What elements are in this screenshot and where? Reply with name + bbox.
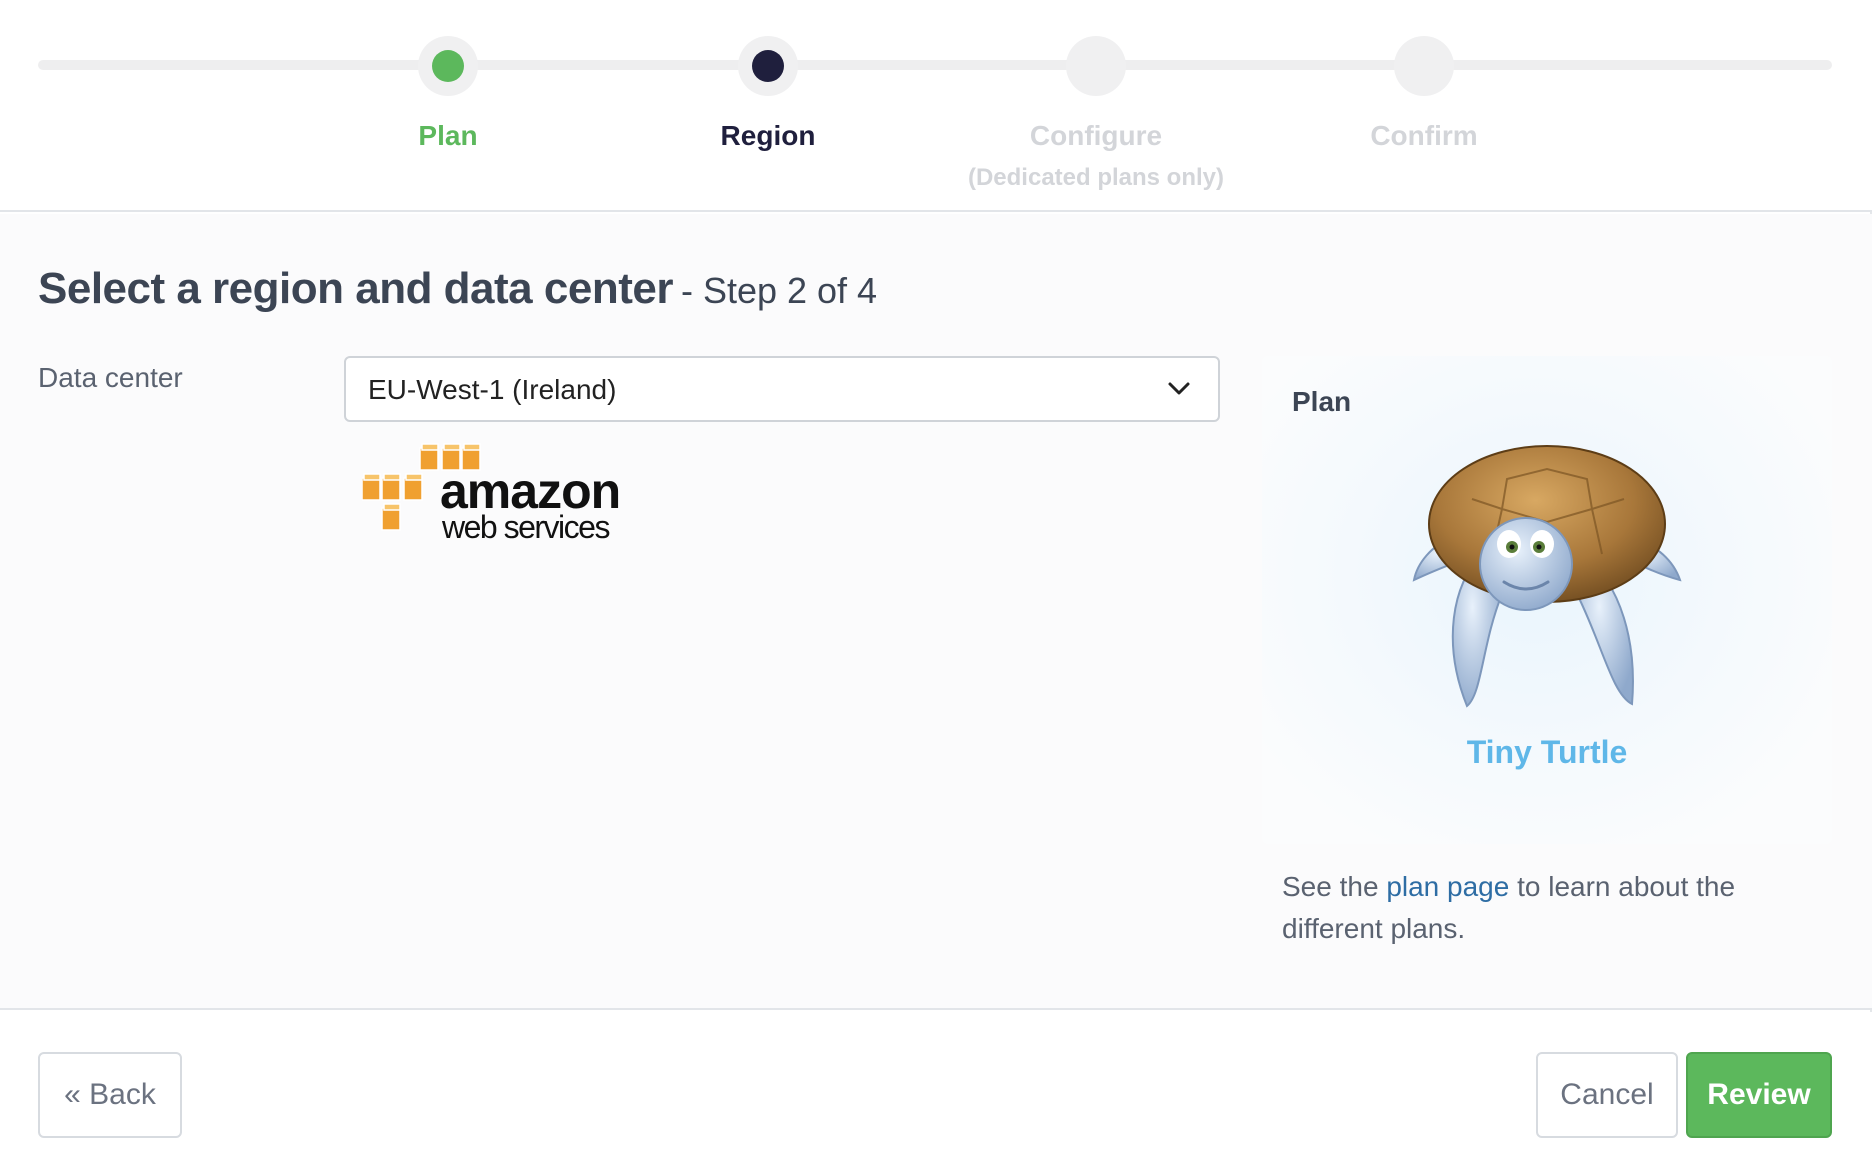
step-label: Plan	[418, 120, 478, 151]
turtle-icon	[1412, 445, 1682, 708]
plan-note-prefix: See the	[1282, 871, 1387, 902]
cancel-button[interactable]: Cancel	[1536, 1052, 1678, 1138]
step-label: Region	[720, 120, 816, 151]
chevron-down-icon	[1168, 382, 1190, 395]
step-sublabel: (Dedicated plans only)	[967, 164, 1225, 191]
wizard-footer: « Back Cancel Review	[0, 1012, 1872, 1152]
plan-name: Tiny Turtle	[1466, 734, 1628, 770]
wizard-frame: Plan Region Configure (Dedicated plans o…	[0, 0, 1872, 1152]
plan-note: See the plan page to learn about the dif…	[1282, 866, 1802, 950]
aws-logo-subtitle: web services	[441, 509, 609, 545]
data-center-select[interactable]: EU-West-1 (Ireland)	[344, 356, 1220, 422]
progress-stepper: Plan Region Configure (Dedicated plans o…	[0, 0, 1872, 212]
step-halo	[1066, 36, 1126, 96]
page-heading: Select a region and data center - Step 2 …	[38, 264, 877, 314]
step-label: Confirm	[1370, 120, 1478, 151]
review-button[interactable]: Review	[1686, 1052, 1832, 1138]
page-subtitle: - Step 2 of 4	[680, 270, 878, 311]
data-center-selected-value: EU-West-1 (Ireland)	[368, 374, 617, 405]
main-content: Select a region and data center - Step 2 …	[0, 214, 1872, 1010]
plan-card: Plan Tiny Turtle	[1262, 356, 1832, 844]
back-button[interactable]: « Back	[38, 1052, 182, 1138]
plan-card-heading: Plan	[1292, 386, 1352, 417]
step-label: Configure	[1029, 120, 1163, 151]
data-center-label: Data center	[38, 362, 183, 393]
step-indicator-current	[752, 50, 784, 82]
aws-logo: amazon web services	[362, 443, 621, 545]
plan-page-link[interactable]: plan page	[1386, 871, 1509, 902]
step-indicator-completed	[432, 50, 464, 82]
page-title: Select a region and data center	[38, 264, 673, 313]
step-halo	[1394, 36, 1454, 96]
stepper-track	[38, 60, 1832, 70]
